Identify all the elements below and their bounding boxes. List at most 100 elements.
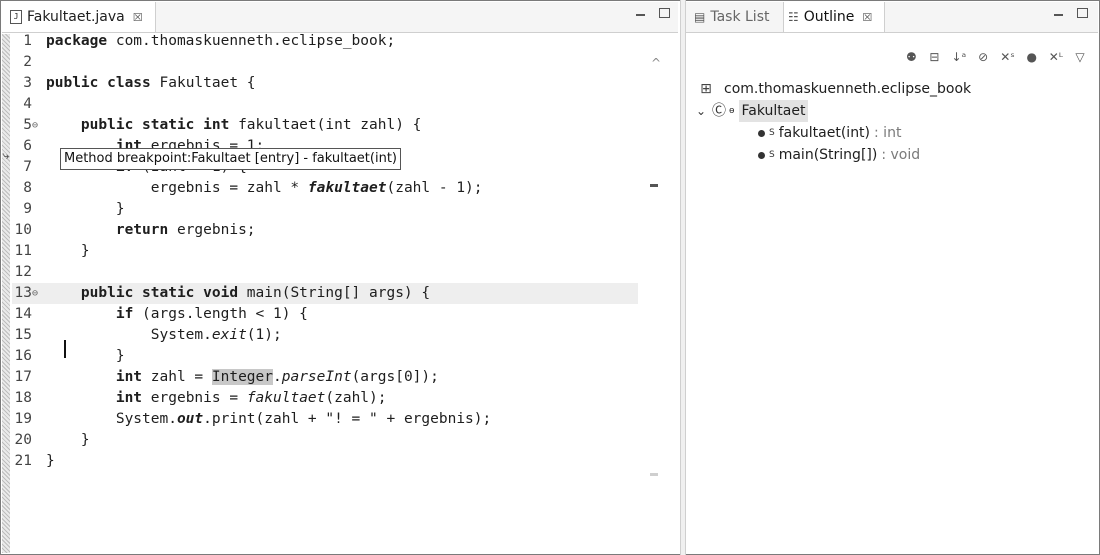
code-line[interactable]: 8 ergebnis = zahl * fakultaet(zahl - 1); bbox=[12, 178, 638, 199]
method-return-type: : int bbox=[874, 125, 902, 141]
tab-task-list[interactable]: ▤ Task List bbox=[694, 2, 769, 32]
chevron-down-icon[interactable]: ⌄ bbox=[696, 100, 708, 122]
line-number: 1 bbox=[23, 33, 32, 49]
tree-class[interactable]: ⌄ Ⓒ ɵ Fakultaet bbox=[696, 100, 809, 122]
code-token: exit bbox=[211, 327, 247, 343]
hide-local-types-icon[interactable]: ✕ᴸ bbox=[1049, 50, 1063, 64]
code-line[interactable]: 21 } bbox=[12, 451, 638, 472]
line-number: 7 bbox=[23, 159, 32, 175]
code-line[interactable]: 19 System.out.print(zahl + "! = " + erge… bbox=[12, 409, 638, 430]
editor-tab-bar: J Fakultaet.java ☒ bbox=[2, 2, 678, 33]
line-number: 21 bbox=[14, 453, 32, 469]
fold-gutter bbox=[32, 451, 46, 472]
occurrence-marker[interactable] bbox=[650, 473, 658, 476]
minimize-icon[interactable] bbox=[1054, 14, 1063, 16]
code-token: Integer bbox=[211, 369, 273, 385]
breakpoint-marker[interactable] bbox=[650, 184, 658, 187]
line-number: 3 bbox=[23, 75, 32, 91]
tab-fakultaet-java[interactable]: J Fakultaet.java ☒ bbox=[2, 2, 156, 32]
overview-ruler[interactable]: ^ bbox=[642, 34, 678, 553]
sort-icon[interactable]: ↓ᵃ bbox=[951, 50, 966, 64]
code-line[interactable]: 5⊖ public static int fakultaet(int zahl)… bbox=[12, 115, 638, 136]
code-token: (zahl); bbox=[325, 390, 387, 406]
view-menu-icon[interactable]: ▽ bbox=[1074, 50, 1086, 64]
minimize-icon[interactable] bbox=[636, 14, 645, 16]
fold-gutter bbox=[32, 136, 46, 157]
code-line[interactable]: 12 bbox=[12, 262, 638, 283]
code-keyword: public static int bbox=[80, 117, 239, 133]
fold-collapse-icon[interactable]: ⊖ bbox=[32, 115, 46, 136]
code-token: ergebnis = zahl * bbox=[46, 180, 308, 196]
outline-toolbar: ⚉ ⊟ ↓ᵃ ⊘ ✕ˢ ● ✕ᴸ ▽ bbox=[905, 50, 1086, 64]
code-line[interactable]: 14 if (args.length < 1) { bbox=[12, 304, 638, 325]
class-modifier-icon: ɵ bbox=[729, 106, 735, 116]
fold-gutter bbox=[32, 178, 46, 199]
fold-gutter bbox=[32, 409, 46, 430]
line-number: 16 bbox=[14, 348, 32, 364]
tab-label: Fakultaet.java bbox=[27, 9, 125, 25]
maximize-icon[interactable] bbox=[1077, 8, 1088, 18]
code-token: parseInt bbox=[281, 369, 352, 385]
code-token: } bbox=[46, 453, 55, 469]
close-tab-icon[interactable]: ☒ bbox=[133, 11, 143, 24]
code-line[interactable]: 9 } bbox=[12, 199, 638, 220]
line-number: 18 bbox=[14, 390, 32, 406]
code-line[interactable]: 1 package com.thomaskuenneth.eclipse_boo… bbox=[12, 31, 638, 52]
tab-task-list-label: Task List bbox=[710, 9, 770, 25]
java-editor: J Fakultaet.java ☒ ⤷ 1 package com.thoma… bbox=[2, 2, 678, 553]
fold-gutter bbox=[32, 346, 46, 367]
hide-non-public-icon[interactable]: ● bbox=[1026, 50, 1038, 64]
hide-fields-icon[interactable]: ⊘ bbox=[977, 50, 989, 64]
side-tab-bar: ▤ Task List ☷ Outline ☒ bbox=[686, 2, 1098, 33]
code-token: ergebnis; bbox=[168, 222, 256, 238]
collapse-all-icon[interactable]: ⊟ bbox=[928, 50, 940, 64]
close-outline-icon[interactable]: ☒ bbox=[862, 11, 872, 24]
show-inherited-icon[interactable]: ⚉ bbox=[905, 50, 917, 64]
class-label: Fakultaet bbox=[738, 100, 809, 122]
method-icon bbox=[758, 151, 765, 159]
fold-collapse-icon[interactable]: ⊖ bbox=[32, 283, 46, 304]
annotation-ruler[interactable] bbox=[2, 34, 10, 553]
code-line[interactable]: 13⊖ public static void main(String[] arg… bbox=[12, 283, 638, 304]
tree-package[interactable]: ⊞ com.thomaskuenneth.eclipse_book bbox=[698, 78, 971, 100]
code-line[interactable]: 3 public class Fakultaet { bbox=[12, 73, 638, 94]
hide-static-icon[interactable]: ✕ˢ bbox=[1000, 50, 1015, 64]
code-token: . bbox=[273, 369, 282, 385]
code-keyword: public class bbox=[46, 75, 160, 91]
fold-gutter bbox=[32, 52, 46, 73]
code-keyword: int bbox=[115, 390, 143, 406]
fold-gutter bbox=[32, 73, 46, 94]
tree-method[interactable]: S fakultaet(int) : int bbox=[758, 122, 901, 144]
code-keyword: if bbox=[115, 306, 134, 322]
code-token: } bbox=[46, 243, 90, 259]
line-number: 6 bbox=[23, 138, 32, 154]
method-breakpoint-icon[interactable]: ⤷ bbox=[3, 149, 9, 163]
code-line[interactable]: 2 bbox=[12, 52, 638, 73]
code-token: (1); bbox=[246, 327, 282, 343]
code-line[interactable]: 18 int ergebnis = fakultaet(zahl); bbox=[12, 388, 638, 409]
code-line[interactable]: 4 bbox=[12, 94, 638, 115]
java-file-icon: J bbox=[10, 10, 22, 24]
maximize-icon[interactable] bbox=[659, 8, 670, 18]
fold-gutter bbox=[32, 325, 46, 346]
tab-outline[interactable]: ☷ Outline ☒ bbox=[783, 2, 886, 32]
line-number: 12 bbox=[14, 264, 32, 280]
code-line[interactable]: 10 return ergebnis; bbox=[12, 220, 638, 241]
code-line[interactable]: 11 } bbox=[12, 241, 638, 262]
class-icon: Ⓒ bbox=[712, 103, 726, 119]
fold-gutter bbox=[32, 31, 46, 52]
line-number: 4 bbox=[23, 96, 32, 112]
code-token: com.thomaskuenneth.eclipse_book; bbox=[115, 33, 396, 49]
package-icon: ⊞ bbox=[700, 81, 712, 97]
code-line[interactable]: 17 int zahl = Integer.parseInt(args[0]); bbox=[12, 367, 638, 388]
code-token: } bbox=[46, 432, 90, 448]
tree-method[interactable]: S main(String[]) : void bbox=[758, 144, 920, 166]
package-label: com.thomaskuenneth.eclipse_book bbox=[724, 81, 972, 97]
code-line[interactable]: 16 } bbox=[12, 346, 638, 367]
code-line[interactable]: 20 } bbox=[12, 430, 638, 451]
code-line[interactable]: 15 System.exit(1); bbox=[12, 325, 638, 346]
scroll-up-icon[interactable]: ^ bbox=[651, 56, 661, 70]
